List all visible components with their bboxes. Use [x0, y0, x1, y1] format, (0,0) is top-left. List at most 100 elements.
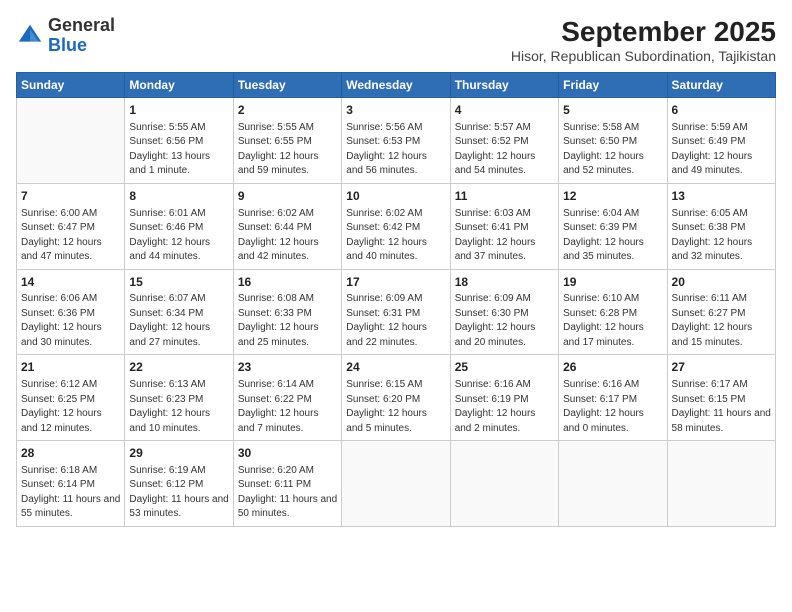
day-info: Sunrise: 6:17 AM Sunset: 6:15 PM Dayligh… — [672, 378, 771, 436]
day-number: 17 — [346, 274, 445, 291]
day-number: 27 — [672, 359, 771, 376]
calendar-cell: 22 Sunrise: 6:13 AM Sunset: 6:23 PM Dayli… — [125, 355, 233, 441]
calendar-cell: 23Sunrise: 6:14 AM Sunset: 6:22 PM Dayli… — [233, 355, 341, 441]
day-info: Sunrise: 5:55 AM Sunset: 6:56 PM Dayligh… — [129, 121, 228, 179]
day-info: Sunrise: 6:12 AM Sunset: 6:25 PM Dayligh… — [21, 378, 120, 436]
day-info: Sunrise: 5:55 AM Sunset: 6:55 PM Dayligh… — [238, 121, 337, 179]
day-info: Sunrise: 6:18 AM Sunset: 6:14 PM Dayligh… — [21, 464, 120, 522]
day-number: 9 — [238, 188, 337, 205]
day-info: Sunrise: 6:02 AM Sunset: 6:44 PM Dayligh… — [238, 207, 337, 265]
day-number: 12 — [563, 188, 662, 205]
calendar-week-2: 7Sunrise: 6:00 AM Sunset: 6:47 PM Daylig… — [17, 183, 776, 269]
calendar-cell: 26Sunrise: 6:16 AM Sunset: 6:17 PM Dayli… — [559, 355, 667, 441]
day-number: 16 — [238, 274, 337, 291]
page-subtitle: Hisor, Republican Subordination, Tajikis… — [511, 48, 776, 64]
day-info: Sunrise: 6:06 AM Sunset: 6:36 PM Dayligh… — [21, 292, 120, 350]
calendar-cell: 27 Sunrise: 6:17 AM Sunset: 6:15 PM Dayli… — [667, 355, 775, 441]
day-info: Sunrise: 6:09 AM Sunset: 6:31 PM Dayligh… — [346, 292, 445, 350]
calendar-cell — [450, 441, 558, 527]
day-of-week-monday: Monday — [125, 73, 233, 98]
logo: General Blue — [16, 16, 115, 56]
calendar-cell: 28 Sunrise: 6:18 AM Sunset: 6:14 PM Dayli… — [17, 441, 125, 527]
day-of-week-wednesday: Wednesday — [342, 73, 450, 98]
day-number: 5 — [563, 102, 662, 119]
calendar-cell: 16Sunrise: 6:08 AM Sunset: 6:33 PM Dayli… — [233, 269, 341, 355]
day-info: Sunrise: 6:08 AM Sunset: 6:33 PM Dayligh… — [238, 292, 337, 350]
calendar-cell: 6 Sunrise: 5:59 AM Sunset: 6:49 PM Daylig… — [667, 98, 775, 184]
day-of-week-sunday: Sunday — [17, 73, 125, 98]
day-info: Sunrise: 5:59 AM Sunset: 6:49 PM Dayligh… — [672, 121, 771, 179]
calendar-week-1: 1 Sunrise: 5:55 AM Sunset: 6:56 PM Daylig… — [17, 98, 776, 184]
day-number: 13 — [672, 188, 771, 205]
logo-text: General Blue — [48, 16, 115, 56]
day-info: Sunrise: 6:15 AM Sunset: 6:20 PM Dayligh… — [346, 378, 445, 436]
day-number: 25 — [455, 359, 554, 376]
day-info: Sunrise: 5:58 AM Sunset: 6:50 PM Dayligh… — [563, 121, 662, 179]
calendar-cell: 13 Sunrise: 6:05 AM Sunset: 6:38 PM Dayli… — [667, 183, 775, 269]
calendar-cell: 9 Sunrise: 6:02 AM Sunset: 6:44 PM Daylig… — [233, 183, 341, 269]
day-number: 29 — [129, 445, 228, 462]
day-info: Sunrise: 5:57 AM Sunset: 6:52 PM Dayligh… — [455, 121, 554, 179]
day-of-week-friday: Friday — [559, 73, 667, 98]
page-title: September 2025 — [511, 16, 776, 48]
calendar-cell: 17Sunrise: 6:09 AM Sunset: 6:31 PM Dayli… — [342, 269, 450, 355]
calendar-cell — [17, 98, 125, 184]
calendar-week-4: 21 Sunrise: 6:12 AM Sunset: 6:25 PM Dayli… — [17, 355, 776, 441]
calendar-cell: 11 Sunrise: 6:03 AM Sunset: 6:41 PM Dayli… — [450, 183, 558, 269]
day-number: 24 — [346, 359, 445, 376]
day-of-week-saturday: Saturday — [667, 73, 775, 98]
calendar-cell — [559, 441, 667, 527]
day-number: 23 — [238, 359, 337, 376]
day-number: 28 — [21, 445, 120, 462]
day-info: Sunrise: 6:04 AM Sunset: 6:39 PM Dayligh… — [563, 207, 662, 265]
day-number: 1 — [129, 102, 228, 119]
day-info: Sunrise: 6:13 AM Sunset: 6:23 PM Dayligh… — [129, 378, 228, 436]
day-number: 20 — [672, 274, 771, 291]
calendar-cell — [342, 441, 450, 527]
calendar-cell: 10 Sunrise: 6:02 AM Sunset: 6:42 PM Dayli… — [342, 183, 450, 269]
calendar-cell: 14Sunrise: 6:06 AM Sunset: 6:36 PM Dayli… — [17, 269, 125, 355]
day-info: Sunrise: 6:00 AM Sunset: 6:47 PM Dayligh… — [21, 207, 120, 265]
day-info: Sunrise: 6:19 AM Sunset: 6:12 PM Dayligh… — [129, 464, 228, 522]
day-info: Sunrise: 6:01 AM Sunset: 6:46 PM Dayligh… — [129, 207, 228, 265]
day-info: Sunrise: 5:56 AM Sunset: 6:53 PM Dayligh… — [346, 121, 445, 179]
calendar-cell: 25Sunrise: 6:16 AM Sunset: 6:19 PM Dayli… — [450, 355, 558, 441]
calendar-cell: 4Sunrise: 5:57 AM Sunset: 6:52 PM Daylig… — [450, 98, 558, 184]
day-info: Sunrise: 6:05 AM Sunset: 6:38 PM Dayligh… — [672, 207, 771, 265]
calendar-week-5: 28 Sunrise: 6:18 AM Sunset: 6:14 PM Dayli… — [17, 441, 776, 527]
day-number: 19 — [563, 274, 662, 291]
day-number: 14 — [21, 274, 120, 291]
day-info: Sunrise: 6:20 AM Sunset: 6:11 PM Dayligh… — [238, 464, 337, 522]
calendar-cell: 21 Sunrise: 6:12 AM Sunset: 6:25 PM Dayli… — [17, 355, 125, 441]
day-number: 10 — [346, 188, 445, 205]
day-number: 3 — [346, 102, 445, 119]
calendar-cell: 20Sunrise: 6:11 AM Sunset: 6:27 PM Dayli… — [667, 269, 775, 355]
day-header-row: SundayMondayTuesdayWednesdayThursdayFrid… — [17, 73, 776, 98]
day-number: 18 — [455, 274, 554, 291]
calendar-cell: 18Sunrise: 6:09 AM Sunset: 6:30 PM Dayli… — [450, 269, 558, 355]
day-info: Sunrise: 6:02 AM Sunset: 6:42 PM Dayligh… — [346, 207, 445, 265]
calendar-cell: 15Sunrise: 6:07 AM Sunset: 6:34 PM Dayli… — [125, 269, 233, 355]
calendar-cell: 3 Sunrise: 5:56 AM Sunset: 6:53 PM Daylig… — [342, 98, 450, 184]
calendar-cell: 30 Sunrise: 6:20 AM Sunset: 6:11 PM Dayli… — [233, 441, 341, 527]
day-info: Sunrise: 6:03 AM Sunset: 6:41 PM Dayligh… — [455, 207, 554, 265]
calendar-cell: 19Sunrise: 6:10 AM Sunset: 6:28 PM Dayli… — [559, 269, 667, 355]
day-number: 22 — [129, 359, 228, 376]
title-area: September 2025 Hisor, Republican Subordi… — [511, 16, 776, 64]
day-number: 11 — [455, 188, 554, 205]
day-number: 21 — [21, 359, 120, 376]
day-of-week-tuesday: Tuesday — [233, 73, 341, 98]
calendar-week-3: 14Sunrise: 6:06 AM Sunset: 6:36 PM Dayli… — [17, 269, 776, 355]
calendar-cell: 2Sunrise: 5:55 AM Sunset: 6:55 PM Daylig… — [233, 98, 341, 184]
logo-general: General — [48, 15, 115, 35]
calendar-cell: 5 Sunrise: 5:58 AM Sunset: 6:50 PM Daylig… — [559, 98, 667, 184]
calendar-cell: 7Sunrise: 6:00 AM Sunset: 6:47 PM Daylig… — [17, 183, 125, 269]
day-number: 30 — [238, 445, 337, 462]
day-info: Sunrise: 6:11 AM Sunset: 6:27 PM Dayligh… — [672, 292, 771, 350]
day-number: 8 — [129, 188, 228, 205]
day-of-week-thursday: Thursday — [450, 73, 558, 98]
day-number: 6 — [672, 102, 771, 119]
logo-blue: Blue — [48, 35, 87, 55]
calendar-cell — [667, 441, 775, 527]
day-info: Sunrise: 6:16 AM Sunset: 6:17 PM Dayligh… — [563, 378, 662, 436]
